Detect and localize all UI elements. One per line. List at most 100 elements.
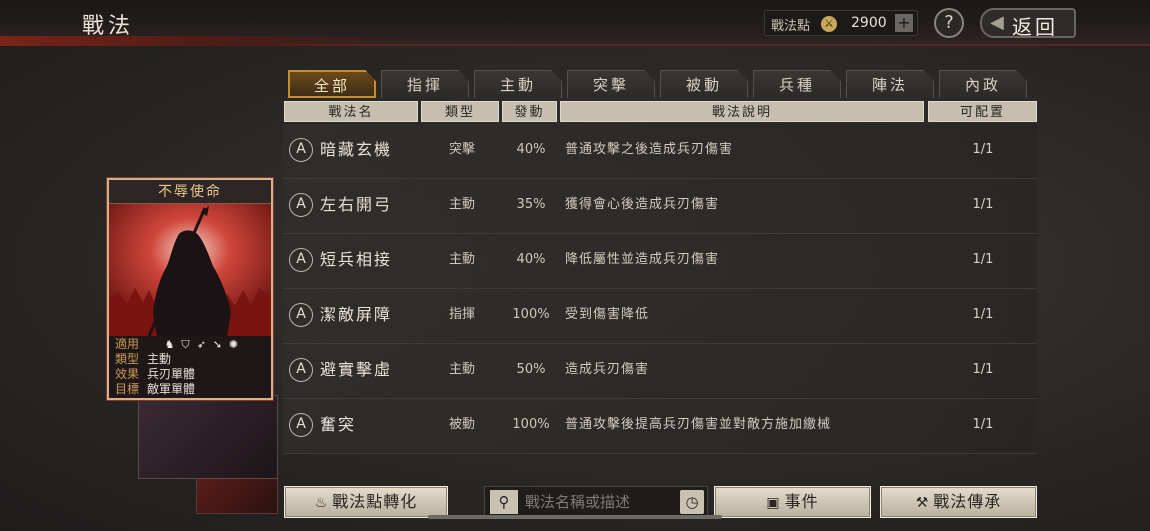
tab-troop-type[interactable]: 兵種 xyxy=(753,70,841,98)
effect-label: 效果 xyxy=(115,367,140,381)
tactic-config-count: 1/1 xyxy=(972,362,994,377)
tactic-name: 避實擊虛 xyxy=(320,360,393,379)
grade-badge: A xyxy=(289,413,313,437)
hammer-icon: ⚒ xyxy=(915,495,930,511)
tactic-type: 主動 xyxy=(448,362,475,377)
card-target-row: 目標 敵軍單體 xyxy=(115,382,195,397)
search-bar: ⚲ ◷ xyxy=(484,486,708,518)
card-effect-row: 效果 兵刃單體 xyxy=(115,367,195,382)
card-applies-row: 適用 ♞ ⛉ ➶ ➘ ✺ xyxy=(115,337,238,352)
grade-badge: A xyxy=(289,358,313,382)
tactic-type: 指揮 xyxy=(448,307,475,322)
tactic-rate: 100% xyxy=(512,417,550,432)
convert-points-label: 戰法點轉化 xyxy=(332,492,418,511)
grade-badge: A xyxy=(289,138,313,162)
header-accent-stripe xyxy=(0,36,420,46)
convert-points-button[interactable]: ♨ 戰法點轉化 xyxy=(284,486,448,518)
table-row[interactable]: A 奮突 被動 100% 普通攻擊後提高兵刃傷害並對敵方施加繳械 1/1 xyxy=(283,399,1037,454)
tactic-type: 主動 xyxy=(448,197,475,212)
inherit-tactic-label: 戰法傳承 xyxy=(933,492,1002,511)
applies-label: 適用 xyxy=(115,337,140,351)
tactic-config-count: 1/1 xyxy=(972,417,994,432)
tactics-list[interactable]: A 暗藏玄機 突擊 40% 普通攻擊之後造成兵刃傷害 1/1 A 左右開弓 主動… xyxy=(283,124,1037,474)
type-label: 類型 xyxy=(115,352,140,366)
tactic-config-count: 1/1 xyxy=(972,252,994,267)
type-value: 主動 xyxy=(147,352,172,366)
events-label: 事件 xyxy=(784,492,819,511)
tab-all[interactable]: 全部 xyxy=(288,70,376,98)
shield-icon: ⛉ xyxy=(181,338,190,351)
tactic-rate: 40% xyxy=(516,252,546,267)
column-header-type[interactable]: 類型 xyxy=(421,101,499,122)
card-type-row: 類型 主動 xyxy=(115,352,171,367)
tactic-rate: 50% xyxy=(516,362,546,377)
tactic-card[interactable]: 不辱使命 適用 ♞ ⛉ ➶ ➘ ✺ 類型 主動 效果 兵刃單體 目標敵軍單體 xyxy=(107,178,273,400)
grade-badge: A xyxy=(289,248,313,272)
tactic-description: 受到傷害降低 xyxy=(565,307,650,322)
tactic-rate: 35% xyxy=(516,197,546,212)
tactic-type: 突擊 xyxy=(448,142,475,157)
flame-icon: ♨ xyxy=(314,495,329,511)
table-row[interactable]: A 短兵相接 主動 40% 降低屬性並造成兵刃傷害 1/1 xyxy=(283,234,1037,289)
cavalry-icon: ♞ xyxy=(164,338,175,351)
column-header-config[interactable]: 可配置 xyxy=(928,101,1037,122)
tactic-description: 降低屬性並造成兵刃傷害 xyxy=(565,252,720,267)
card-artwork xyxy=(109,204,271,336)
target-label: 目標 xyxy=(115,382,140,396)
table-row[interactable]: A 左右開弓 主動 35% 獲得會心後造成兵刃傷害 1/1 xyxy=(283,179,1037,234)
tab-assault[interactable]: 突擊 xyxy=(567,70,655,98)
tactic-point-coin-icon: ⚔ xyxy=(821,16,837,32)
tactic-points-value: 2900 xyxy=(851,15,887,31)
search-icon[interactable]: ⚲ xyxy=(490,490,518,514)
stacked-card-bottom xyxy=(196,478,278,514)
target-value: 敵軍單體 xyxy=(147,382,196,396)
tactic-name: 潔敵屏障 xyxy=(320,305,393,324)
column-header-description: 戰法說明 xyxy=(560,101,924,122)
tactic-points-display: 戰法點 ⚔ 2900 + xyxy=(764,10,918,36)
tactic-config-count: 1/1 xyxy=(972,197,994,212)
tactic-description: 普通攻擊之後造成兵刃傷害 xyxy=(565,142,734,157)
effect-value: 兵刃單體 xyxy=(147,367,196,381)
tactic-name: 暗藏玄機 xyxy=(320,140,393,159)
stacked-card xyxy=(138,395,278,479)
tactic-name: 短兵相接 xyxy=(320,250,393,269)
back-arrow-icon: ◀ xyxy=(990,12,1004,33)
top-bar: 戰法 戰法點 ⚔ 2900 + ? ◀ 返回 xyxy=(0,0,1150,46)
tactic-name: 左右開弓 xyxy=(320,195,393,214)
clock-icon[interactable]: ◷ xyxy=(680,490,704,514)
table-row[interactable]: A 避實擊虛 主動 50% 造成兵刃傷害 1/1 xyxy=(283,344,1037,399)
tactic-type: 被動 xyxy=(448,417,475,432)
grade-badge: A xyxy=(289,303,313,327)
scroll-icon: ▣ xyxy=(766,495,781,511)
scrollbar[interactable] xyxy=(428,515,722,519)
tactic-points-label: 戰法點 xyxy=(771,19,811,34)
tactic-type: 主動 xyxy=(448,252,475,267)
tactic-name: 奮突 xyxy=(320,415,357,434)
table-row[interactable]: A 暗藏玄機 突擊 40% 普通攻擊之後造成兵刃傷害 1/1 xyxy=(283,124,1037,179)
tab-passive[interactable]: 被動 xyxy=(660,70,748,98)
tab-formation[interactable]: 陣法 xyxy=(846,70,934,98)
grade-badge: A xyxy=(289,193,313,217)
events-button[interactable]: ▣ 事件 xyxy=(714,486,871,518)
tactic-config-count: 1/1 xyxy=(972,142,994,157)
tab-command[interactable]: 指揮 xyxy=(381,70,469,98)
back-button[interactable]: ◀ 返回 xyxy=(980,8,1076,39)
inherit-tactic-button[interactable]: ⚒ 戰法傳承 xyxy=(880,486,1037,518)
tactic-rate: 100% xyxy=(512,307,550,322)
card-info-panel: 適用 ♞ ⛉ ➶ ➘ ✺ 類型 主動 效果 兵刃單體 目標 敵軍單體 xyxy=(109,336,271,398)
search-input[interactable] xyxy=(525,490,675,514)
unit-type-icons: ♞ ⛉ ➶ ➘ ✺ xyxy=(163,337,243,352)
column-header-rate[interactable]: 發動 xyxy=(502,101,557,122)
tab-active[interactable]: 主動 xyxy=(474,70,562,98)
column-header-name[interactable]: 戰法名 xyxy=(284,101,418,122)
tactic-rate: 40% xyxy=(516,142,546,157)
siege-icon: ✺ xyxy=(228,338,239,351)
table-row[interactable]: A 潔敵屏障 指揮 100% 受到傷害降低 1/1 xyxy=(283,289,1037,344)
page-title: 戰法 xyxy=(82,14,135,39)
add-points-button[interactable]: + xyxy=(895,14,913,32)
spear-icon: ➘ xyxy=(212,338,223,351)
tab-internal-affairs[interactable]: 內政 xyxy=(939,70,1027,98)
tactic-config-count: 1/1 xyxy=(972,307,994,322)
help-button[interactable]: ? xyxy=(934,8,964,38)
tactic-description: 普通攻擊後提高兵刃傷害並對敵方施加繳械 xyxy=(565,417,832,432)
